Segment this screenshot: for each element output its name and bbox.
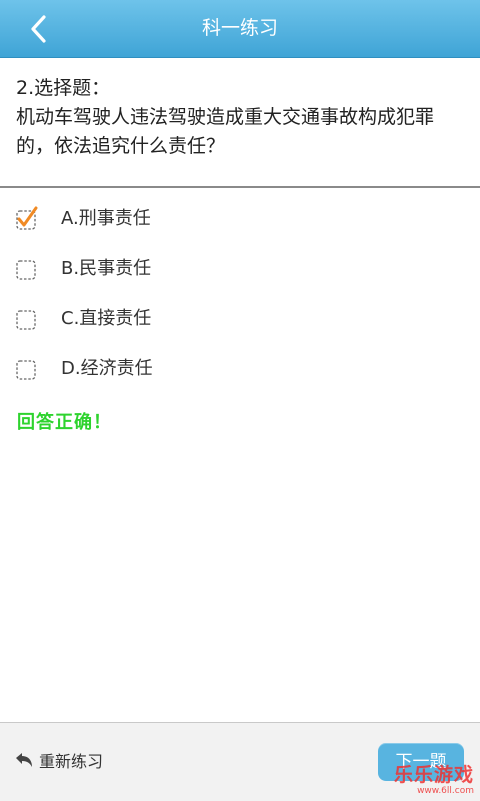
undo-arrow-icon	[16, 753, 32, 767]
chevron-left-icon	[31, 15, 46, 43]
checkbox-icon[interactable]	[16, 360, 36, 380]
watermark-url: www.6ll.com	[417, 786, 474, 796]
checkbox-icon[interactable]	[16, 310, 36, 330]
option-c[interactable]: C.直接责任	[0, 296, 480, 346]
page-title: 科一练习	[201, 17, 278, 39]
question-block: 2.选择题： 机动车驾驶人违法驾驶造成重大交通事故构成犯罪的，依法追究什么责任？	[16, 74, 466, 161]
option-label: B.民事责任	[61, 258, 152, 279]
watermark-logo: 乐乐游戏 www.6ll.com	[394, 766, 474, 796]
title-bar: 科一练习	[0, 0, 480, 58]
back-button[interactable]	[22, 12, 58, 46]
reset-label: 重新练习	[39, 752, 104, 771]
option-d[interactable]: D.经济责任	[0, 346, 480, 396]
option-label: A.刑事责任	[61, 208, 151, 229]
question-text: 机动车驾驶人违法驾驶造成重大交通事故构成犯罪的，依法追究什么责任？	[16, 106, 435, 157]
checkbox-icon[interactable]	[16, 260, 36, 280]
answer-feedback: 回答正确！	[17, 412, 112, 433]
option-b[interactable]: B.民事责任	[0, 246, 480, 296]
checkbox-checked-icon[interactable]	[16, 206, 38, 230]
question-number: 2.选择题：	[16, 77, 111, 99]
option-a[interactable]: A.刑事责任	[0, 196, 480, 246]
option-label: C.直接责任	[61, 308, 152, 329]
option-label: D.经济责任	[61, 358, 153, 379]
divider	[0, 186, 480, 188]
watermark-text: 乐乐游戏	[393, 764, 474, 786]
